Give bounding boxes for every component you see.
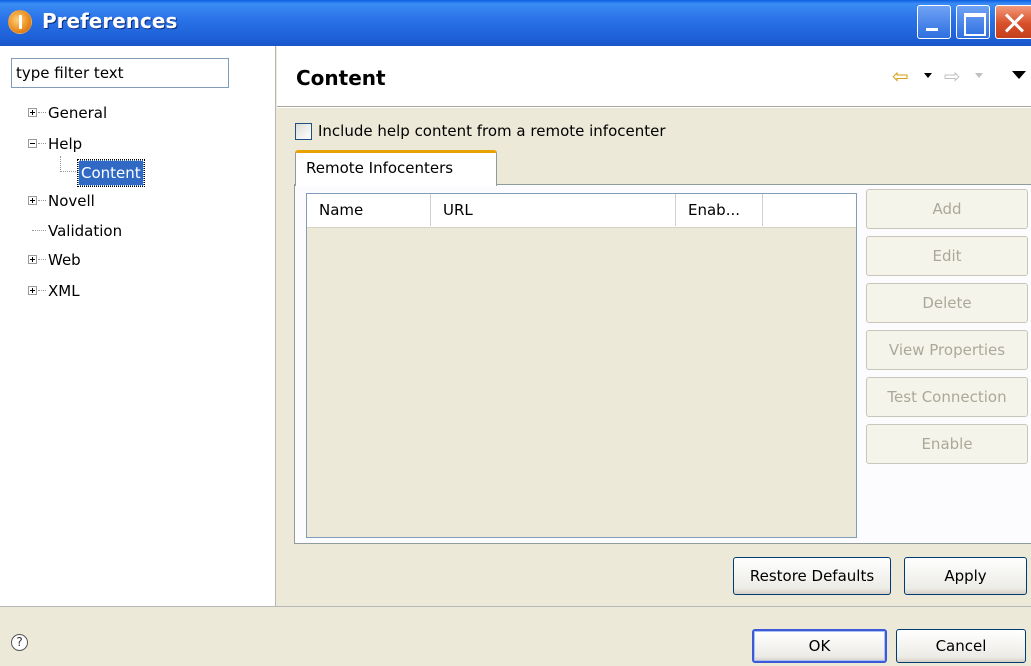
- back-history-dropdown-icon[interactable]: [924, 73, 932, 78]
- tree-item-label: Novell: [48, 192, 95, 210]
- remote-infocenters-panel: Name URL Enab... Add Edit Delete View Pr…: [294, 184, 1031, 544]
- tree-item-content[interactable]: Content: [60, 156, 170, 187]
- tab-label: Remote Infocenters: [306, 159, 454, 177]
- forward-arrow-icon[interactable]: ⇨: [944, 64, 961, 88]
- checkbox-box[interactable]: [295, 122, 312, 140]
- eclipse-app-icon: [8, 10, 32, 34]
- back-arrow-icon[interactable]: ⇦: [892, 64, 909, 88]
- title-bar: Preferences: [0, 0, 1031, 46]
- tree-item-novell[interactable]: Novell: [26, 189, 226, 213]
- tree-item-web[interactable]: Web: [26, 248, 226, 272]
- column-header-url[interactable]: URL: [431, 194, 676, 226]
- tree-item-label: XML: [48, 282, 80, 300]
- table-header: Name URL Enab...: [307, 194, 856, 228]
- remote-infocenter-checkbox[interactable]: Include help content from a remote infoc…: [295, 120, 666, 142]
- tree-item-xml[interactable]: XML: [26, 279, 226, 303]
- collapse-icon[interactable]: [28, 139, 37, 148]
- minimize-button[interactable]: [917, 5, 951, 39]
- tab-remote-infocenters[interactable]: Remote Infocenters: [295, 150, 497, 186]
- header-divider: [277, 106, 1031, 108]
- delete-button[interactable]: Delete: [866, 283, 1028, 323]
- maximize-button[interactable]: [956, 5, 990, 39]
- restore-defaults-button[interactable]: Restore Defaults: [733, 557, 891, 595]
- column-header-enabled[interactable]: Enab...: [676, 194, 763, 226]
- remote-infocenter-checkbox-label: Include help content from a remote infoc…: [318, 122, 666, 140]
- tree-item-general[interactable]: General: [26, 101, 226, 125]
- column-header-name[interactable]: Name: [307, 194, 431, 226]
- tree-item-label: Web: [48, 251, 81, 269]
- tree-item-label: Help: [48, 135, 83, 153]
- tree-item-help[interactable]: Help: [26, 132, 226, 156]
- expand-icon[interactable]: [28, 196, 37, 205]
- view-menu-icon[interactable]: [1012, 71, 1026, 79]
- preference-tree-pane: General Help Content Novell Validation W…: [0, 46, 276, 606]
- tree-item-label: Content: [77, 159, 145, 187]
- add-button[interactable]: Add: [866, 189, 1028, 229]
- tree-item-label: General: [48, 104, 108, 122]
- tree-item-label: Validation: [48, 222, 123, 240]
- infocenters-table[interactable]: Name URL Enab...: [306, 193, 857, 538]
- dialog-footer: ? OK Cancel: [0, 606, 1031, 666]
- preference-page: Content ⇦ ⇨ Include help content from a …: [277, 46, 1031, 606]
- expand-icon[interactable]: [28, 108, 37, 117]
- expand-icon[interactable]: [28, 286, 37, 295]
- help-icon[interactable]: ?: [11, 634, 28, 651]
- filter-input[interactable]: [11, 58, 229, 88]
- enable-button[interactable]: Enable: [866, 424, 1028, 464]
- page-header: Content ⇦ ⇨: [277, 46, 1031, 106]
- forward-history-dropdown-icon[interactable]: [975, 73, 983, 78]
- ok-button[interactable]: OK: [752, 629, 887, 663]
- test-connection-button[interactable]: Test Connection: [866, 377, 1028, 417]
- close-button[interactable]: [995, 5, 1031, 39]
- cancel-button[interactable]: Cancel: [896, 629, 1026, 663]
- page-title: Content: [296, 66, 386, 90]
- view-properties-button[interactable]: View Properties: [866, 330, 1028, 370]
- tree-item-validation[interactable]: Validation: [26, 219, 226, 243]
- expand-icon[interactable]: [28, 255, 37, 264]
- window-title: Preferences: [42, 9, 178, 33]
- apply-button[interactable]: Apply: [904, 557, 1027, 595]
- edit-button[interactable]: Edit: [866, 236, 1028, 276]
